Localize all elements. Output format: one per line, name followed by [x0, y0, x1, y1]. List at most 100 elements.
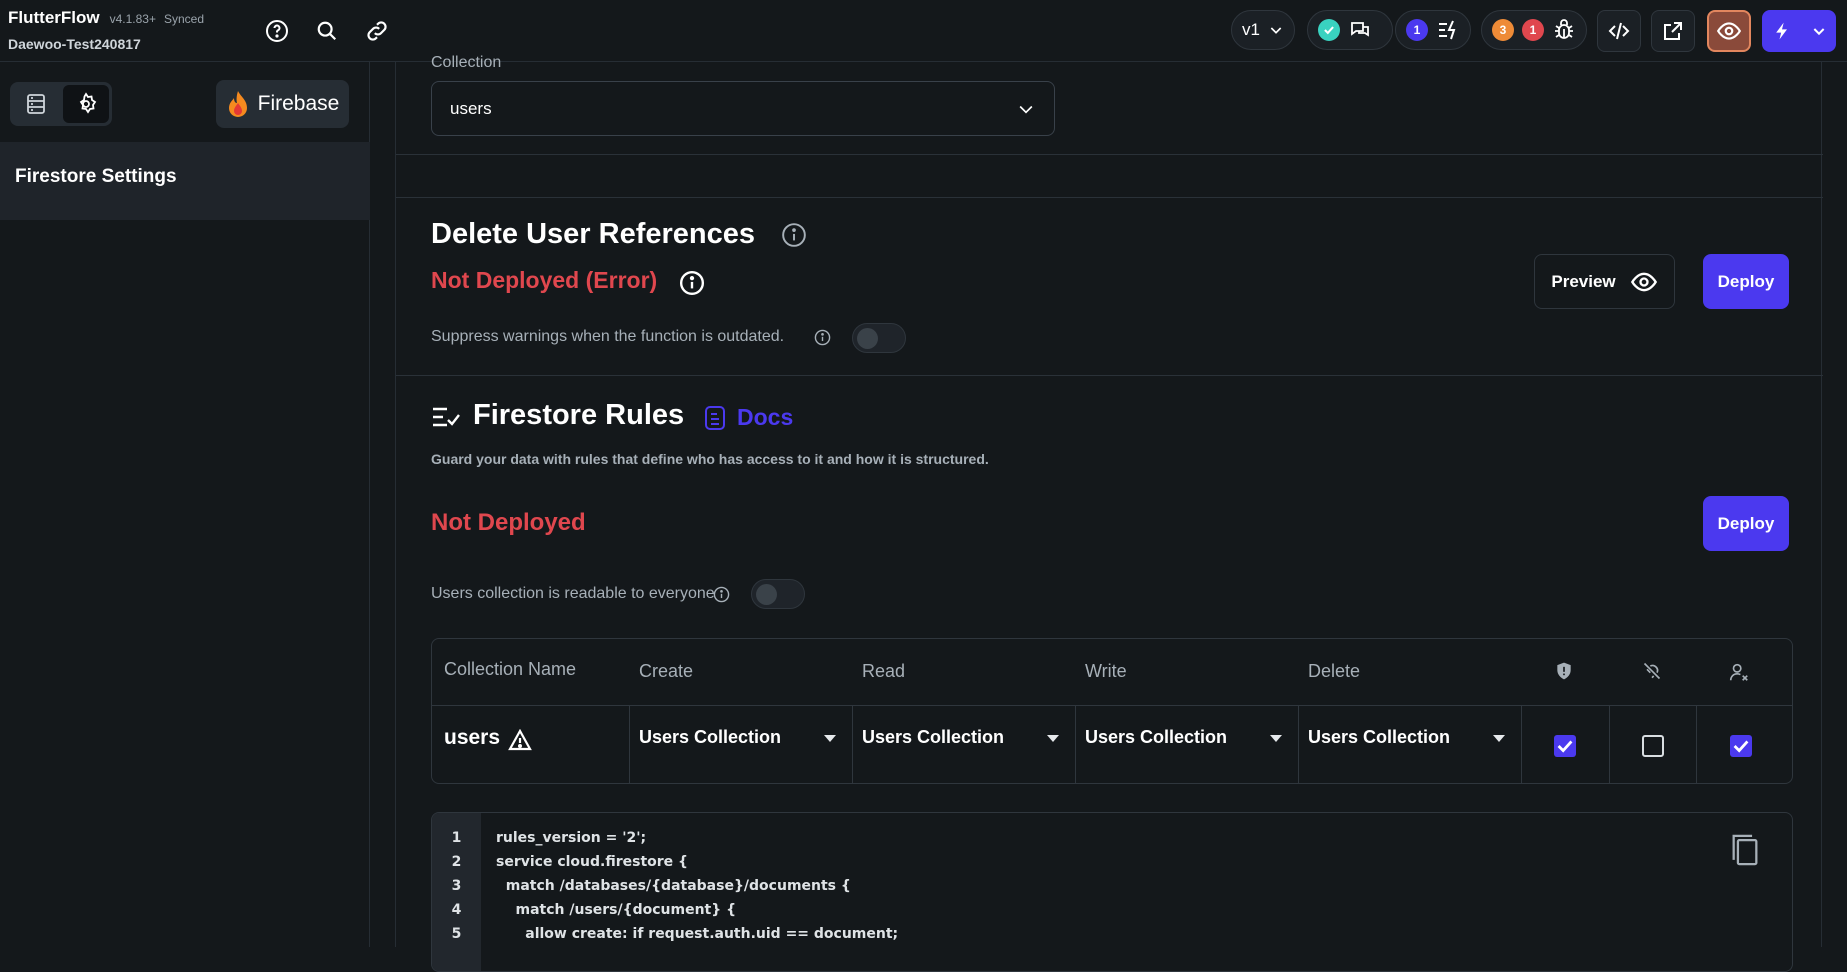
col-collection-name: Collection Name	[444, 659, 577, 679]
write-dropdown[interactable]: Users Collection	[1085, 727, 1227, 748]
rules-code-editor[interactable]: 1 2 3 4 5 rules_version = '2'; service c…	[431, 812, 1793, 972]
help-icon[interactable]	[264, 18, 290, 44]
action-flow-icon	[1439, 20, 1456, 40]
readable-toggle[interactable]	[751, 579, 805, 609]
divider	[396, 197, 1823, 198]
preview-label: Preview	[1551, 271, 1616, 291]
info-icon[interactable]	[814, 329, 831, 351]
document-icon	[705, 405, 725, 430]
sidebar-item-firestore-settings[interactable]: Firestore Settings	[15, 166, 177, 188]
warning-count: 3	[1492, 19, 1514, 41]
warning-icon[interactable]	[508, 728, 532, 756]
app-name: FlutterFlow	[8, 8, 100, 27]
shield-icon	[1554, 660, 1574, 687]
no-auth-icon	[1642, 661, 1662, 686]
caret-down-icon[interactable]	[824, 735, 836, 742]
rules-title: Firestore Rules	[473, 399, 685, 431]
code-line: match /databases/{database}/documents {	[496, 878, 851, 894]
firebase-icon	[228, 91, 247, 117]
caret-down-icon[interactable]	[1047, 735, 1059, 742]
database-icon	[27, 94, 45, 114]
firebase-button[interactable]: Firebase	[216, 80, 349, 128]
docs-label: Docs	[737, 404, 794, 430]
code-line: allow create: if request.auth.uid == doc…	[496, 926, 899, 942]
col-write: Write	[1085, 661, 1127, 681]
caret-down-icon[interactable]	[1270, 735, 1282, 742]
gear-icon	[79, 92, 97, 114]
info-icon[interactable]	[713, 586, 730, 608]
code-line: rules_version = '2';	[496, 830, 647, 846]
read-dropdown[interactable]: Users Collection	[862, 727, 1004, 748]
delete-dropdown[interactable]: Users Collection	[1308, 727, 1450, 748]
sync-comments-pill[interactable]	[1307, 10, 1393, 50]
sidebar: Firebase Firestore Settings	[0, 62, 370, 947]
code-icon	[1608, 22, 1630, 40]
chevron-down-icon	[1813, 28, 1824, 36]
search-icon[interactable]	[314, 18, 340, 44]
external-link-icon	[1664, 22, 1682, 40]
chevron-down-icon	[1019, 105, 1033, 114]
top-bar: FlutterFlow v4.1.83+ Synced Daewoo-Test240…	[0, 0, 1847, 62]
docs-link[interactable]: Docs	[703, 404, 793, 431]
divider	[396, 375, 1823, 376]
divider	[396, 154, 1823, 155]
eye-icon	[1630, 272, 1657, 291]
actions-pill[interactable]: 1	[1395, 10, 1471, 50]
rules-icon	[431, 404, 461, 435]
sidebar-tabs	[10, 82, 112, 126]
create-dropdown[interactable]: Users Collection	[639, 727, 781, 748]
line-number: 2	[451, 854, 462, 870]
code-view-button[interactable]	[1597, 10, 1641, 52]
preview-mode-button[interactable]	[1707, 10, 1751, 52]
col-read: Read	[862, 661, 906, 681]
check-icon	[1318, 19, 1340, 41]
suppress-warnings-toggle[interactable]	[852, 323, 906, 353]
version-selector[interactable]: v1	[1231, 10, 1295, 50]
col-create: Create	[639, 661, 694, 681]
caret-down-icon[interactable]	[1493, 735, 1505, 742]
link-icon[interactable]	[364, 18, 390, 44]
rules-table: Collection Name Create Read Write Delete…	[431, 638, 1793, 784]
copy-icon[interactable]	[1728, 831, 1762, 874]
tab-database[interactable]	[13, 85, 59, 123]
info-icon[interactable]	[781, 222, 807, 253]
chevron-down-icon	[1270, 27, 1282, 34]
line-number: 3	[451, 878, 462, 894]
code-line: match /users/{document} {	[496, 902, 737, 918]
main-panel: Collection users Delete User References …	[395, 54, 1823, 972]
line-number: 4	[451, 902, 462, 918]
line-number: 1	[451, 830, 462, 846]
readable-label: Users collection is readable to everyone	[431, 585, 715, 602]
version-label: v1	[1242, 20, 1260, 39]
suppress-warnings-label: Suppress warnings when the function is o…	[431, 328, 785, 345]
delete-refs-title: Delete User References	[431, 218, 756, 250]
sync-status: Synced	[163, 12, 205, 26]
collection-label: Collection	[431, 54, 502, 71]
code-line: service cloud.firestore {	[496, 854, 689, 870]
collection-value: users	[450, 98, 492, 118]
info-icon[interactable]	[679, 270, 705, 301]
collection-select[interactable]: users	[431, 81, 1055, 136]
comments-icon	[1351, 22, 1369, 37]
deploy-button[interactable]: Deploy	[1703, 254, 1789, 309]
eye-icon	[1716, 22, 1742, 40]
rules-deploy-button[interactable]: Deploy	[1703, 496, 1789, 551]
preview-button[interactable]: Preview	[1534, 254, 1675, 309]
tab-settings[interactable]	[63, 85, 109, 123]
firebase-label: Firebase	[257, 92, 340, 115]
error-count: 1	[1522, 19, 1544, 41]
delete-refs-status: Not Deployed (Error)	[431, 267, 658, 293]
row-collection-name: users	[444, 726, 501, 749]
project-name[interactable]: Daewoo-Test240817	[8, 36, 204, 52]
app-version: v4.1.83+	[109, 12, 156, 26]
checkbox-auth-required[interactable]	[1554, 735, 1576, 757]
run-button[interactable]	[1762, 10, 1836, 52]
checkbox-unauth[interactable]	[1642, 735, 1664, 757]
line-number: 5	[451, 926, 462, 942]
issues-pill[interactable]: 3 1	[1481, 10, 1587, 50]
info-count: 1	[1406, 19, 1428, 41]
bug-icon	[1555, 19, 1573, 39]
rules-description: Guard your data with rules that define w…	[431, 451, 989, 467]
open-external-button[interactable]	[1651, 10, 1695, 52]
checkbox-user-owned[interactable]	[1730, 735, 1752, 757]
